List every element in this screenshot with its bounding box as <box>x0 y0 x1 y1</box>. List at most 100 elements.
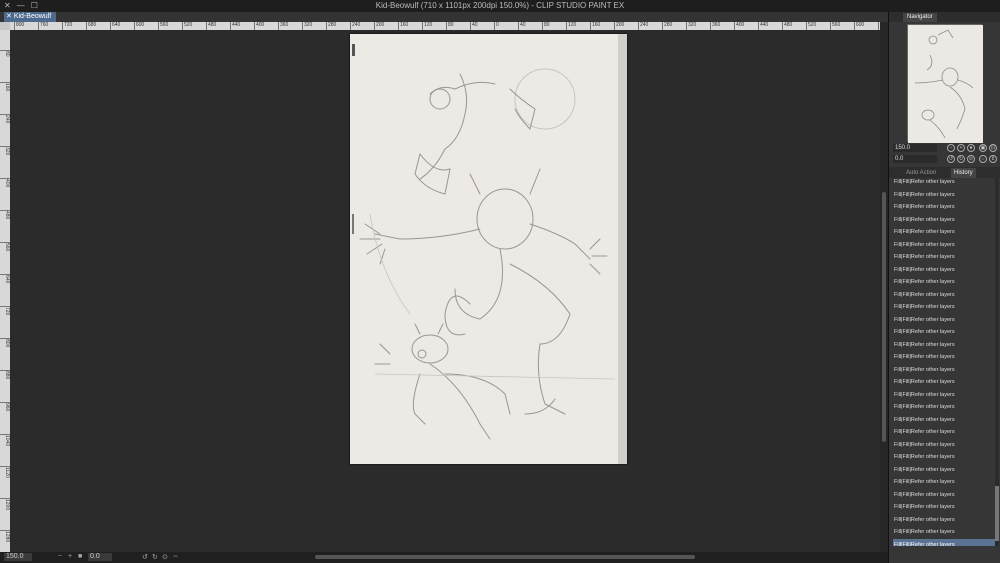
history-item[interactable]: Fill|Fill|Refer other layers <box>893 364 995 377</box>
history-item[interactable]: Fill|Fill|Refer other layers <box>893 514 995 527</box>
ruler-tick-label: 320 <box>302 22 313 30</box>
history-item[interactable]: Fill|Fill|Refer other layers <box>893 301 995 314</box>
reset-rotation-icon[interactable]: ⊙ <box>967 155 975 163</box>
fill-window-icon[interactable]: ⊡ <box>989 144 997 152</box>
ruler-tick-label: 0 <box>494 22 499 30</box>
ruler-tick-label: 520 <box>806 22 817 30</box>
ruler-tick-label: 440 <box>230 22 241 30</box>
canvas-vertical-scroll-thumb[interactable] <box>882 192 886 442</box>
history-item[interactable]: Fill|Fill|Refer other layers <box>893 501 995 514</box>
ruler-tick-label: 720 <box>0 306 10 315</box>
zoom-out-icon[interactable]: − <box>58 553 62 560</box>
ruler-tick-label: 240 <box>638 22 649 30</box>
ruler-tick-label: 600 <box>854 22 865 30</box>
ruler-tick-label: 40 <box>518 22 526 30</box>
rotate-right-icon[interactable]: ↻ <box>152 553 158 561</box>
close-tab-icon[interactable]: ✕ <box>6 13 12 20</box>
history-item[interactable]: Fill|Fill|Refer other layers <box>893 476 995 489</box>
zoom-out-icon[interactable]: − <box>947 144 955 152</box>
rotate-left-icon[interactable]: ↺ <box>142 553 148 561</box>
history-item[interactable]: Fill|Fill|Refer other layers <box>893 226 995 239</box>
pencil-sketch-image <box>350 34 627 464</box>
zoom-in-icon[interactable]: + <box>957 144 965 152</box>
history-item[interactable]: Fill|Fill|Refer other layers <box>893 326 995 339</box>
ruler-tick-label: 560 <box>0 242 10 251</box>
ruler-tick-label: 640 <box>110 22 121 30</box>
ruler-tick-label: 320 <box>686 22 697 30</box>
ruler-tick-label: 640 <box>0 274 10 283</box>
history-item[interactable]: Fill|Fill|Refer other layers <box>893 451 995 464</box>
history-item[interactable]: Fill|Fill|Refer other layers <box>893 464 995 477</box>
zoom-in-icon[interactable]: + <box>68 553 72 560</box>
actual-size-icon[interactable]: ● <box>967 144 975 152</box>
ruler-tick-label: 360 <box>278 22 289 30</box>
history-item[interactable]: Fill|Fill|Refer other layers <box>893 339 995 352</box>
flip-horizontal-icon[interactable]: ⇔ <box>979 155 987 163</box>
rotate-left-icon[interactable]: ↺ <box>947 155 955 163</box>
history-scrollbar[interactable] <box>995 176 999 546</box>
reset-rotation-icon[interactable]: ⊙ <box>162 553 168 561</box>
history-item[interactable]: Fill|Fill|Refer other layers <box>893 214 995 227</box>
navigator-angle-field[interactable]: 0.0 <box>893 155 937 163</box>
rotation-field[interactable]: 0.0 <box>88 553 112 561</box>
history-item[interactable]: Fill|Fill|Refer other layers <box>893 526 995 539</box>
fit-view-icon[interactable]: ■ <box>78 553 82 560</box>
history-item[interactable]: Fill|Fill|Refer other layers <box>893 538 995 546</box>
document-tab-label: Kid-Beowulf <box>13 13 52 20</box>
history-item[interactable]: Fill|Fill|Refer other layers <box>893 264 995 277</box>
document-tab-bar: ✕ Kid-Beowulf <box>0 12 888 22</box>
ruler-tick-label: 480 <box>0 210 10 219</box>
history-item[interactable]: Fill|Fill|Refer other layers <box>893 251 995 264</box>
history-item[interactable]: Fill|Fill|Refer other layers <box>893 414 995 427</box>
ruler-tick-label: 80 <box>446 22 454 30</box>
canvas-vertical-scrollbar[interactable] <box>880 22 888 552</box>
navigator-header: Navigator <box>889 12 1000 22</box>
ruler-tick-label: 800 <box>0 338 10 347</box>
canvas-horizontal-scroll-thumb[interactable] <box>315 555 695 559</box>
ruler-tick-label: 1040 <box>0 434 10 446</box>
history-item[interactable]: Fill|Fill|Refer other layers <box>893 189 995 202</box>
flip-horizontal-icon[interactable]: ⇔ <box>172 553 179 560</box>
vertical-ruler: 80 160 240 320 400 480 560 640 720 800 880 960 1040 1… <box>0 30 10 552</box>
history-item[interactable]: Fill|Fill|Refer other layers <box>893 201 995 214</box>
zoom-field[interactable]: 150.0 <box>4 553 32 561</box>
history-item[interactable]: Fill|Fill|Refer other layers <box>893 289 995 302</box>
ruler-tick-label: 200 <box>614 22 625 30</box>
history-item[interactable]: Fill|Fill|Refer other layers <box>893 351 995 364</box>
ruler-tick-label: 200 <box>374 22 385 30</box>
ruler-tick-label: 240 <box>0 114 10 123</box>
ruler-tick-label: 480 <box>206 22 217 30</box>
navigator-tab[interactable]: Navigator <box>903 13 937 22</box>
ruler-tick-label: 160 <box>0 82 10 91</box>
ruler-tick-label: 400 <box>254 22 265 30</box>
title-bar: ✕ — ☐ Kid-Beowulf (710 x 1101px 200dpi 1… <box>0 0 1000 12</box>
document-tab[interactable]: ✕ Kid-Beowulf <box>4 12 56 22</box>
ruler-tick-label: 760 <box>38 22 49 30</box>
ruler-tick-label: 720 <box>62 22 73 30</box>
ruler-tick-label: 1280 <box>0 530 10 542</box>
history-item[interactable]: Fill|Fill|Refer other layers <box>893 176 995 189</box>
ruler-tick-label: 600 <box>134 22 145 30</box>
history-item[interactable]: Fill|Fill|Refer other layers <box>893 439 995 452</box>
history-item[interactable]: Fill|Fill|Refer other layers <box>893 276 995 289</box>
fit-window-icon[interactable]: ▣ <box>979 144 987 152</box>
history-item[interactable]: Fill|Fill|Refer other layers <box>893 239 995 252</box>
ruler-tick-label: 360 <box>710 22 721 30</box>
history-item[interactable]: Fill|Fill|Refer other layers <box>893 376 995 389</box>
flip-vertical-icon[interactable]: ⇕ <box>989 155 997 163</box>
status-bar: 150.0 − + ■ 0.0 ↺ ↻ ⊙ ⇔ <box>0 552 888 563</box>
ruler-tick-label: 560 <box>158 22 169 30</box>
canvas-area[interactable] <box>10 30 880 552</box>
history-scroll-thumb[interactable] <box>995 486 999 541</box>
history-item[interactable]: Fill|Fill|Refer other layers <box>893 489 995 502</box>
navigator-preview[interactable] <box>907 24 983 143</box>
navigator-zoom-field[interactable]: 150.0 <box>893 144 937 152</box>
history-item[interactable]: Fill|Fill|Refer other layers <box>893 426 995 439</box>
rotate-right-icon[interactable]: ↻ <box>957 155 965 163</box>
ruler-tick-label: 280 <box>326 22 337 30</box>
history-item[interactable]: Fill|Fill|Refer other layers <box>893 389 995 402</box>
history-item[interactable]: Fill|Fill|Refer other layers <box>893 401 995 414</box>
ruler-tick-label: 480 <box>782 22 793 30</box>
history-item[interactable]: Fill|Fill|Refer other layers <box>893 314 995 327</box>
sketch-canvas[interactable] <box>350 34 627 464</box>
